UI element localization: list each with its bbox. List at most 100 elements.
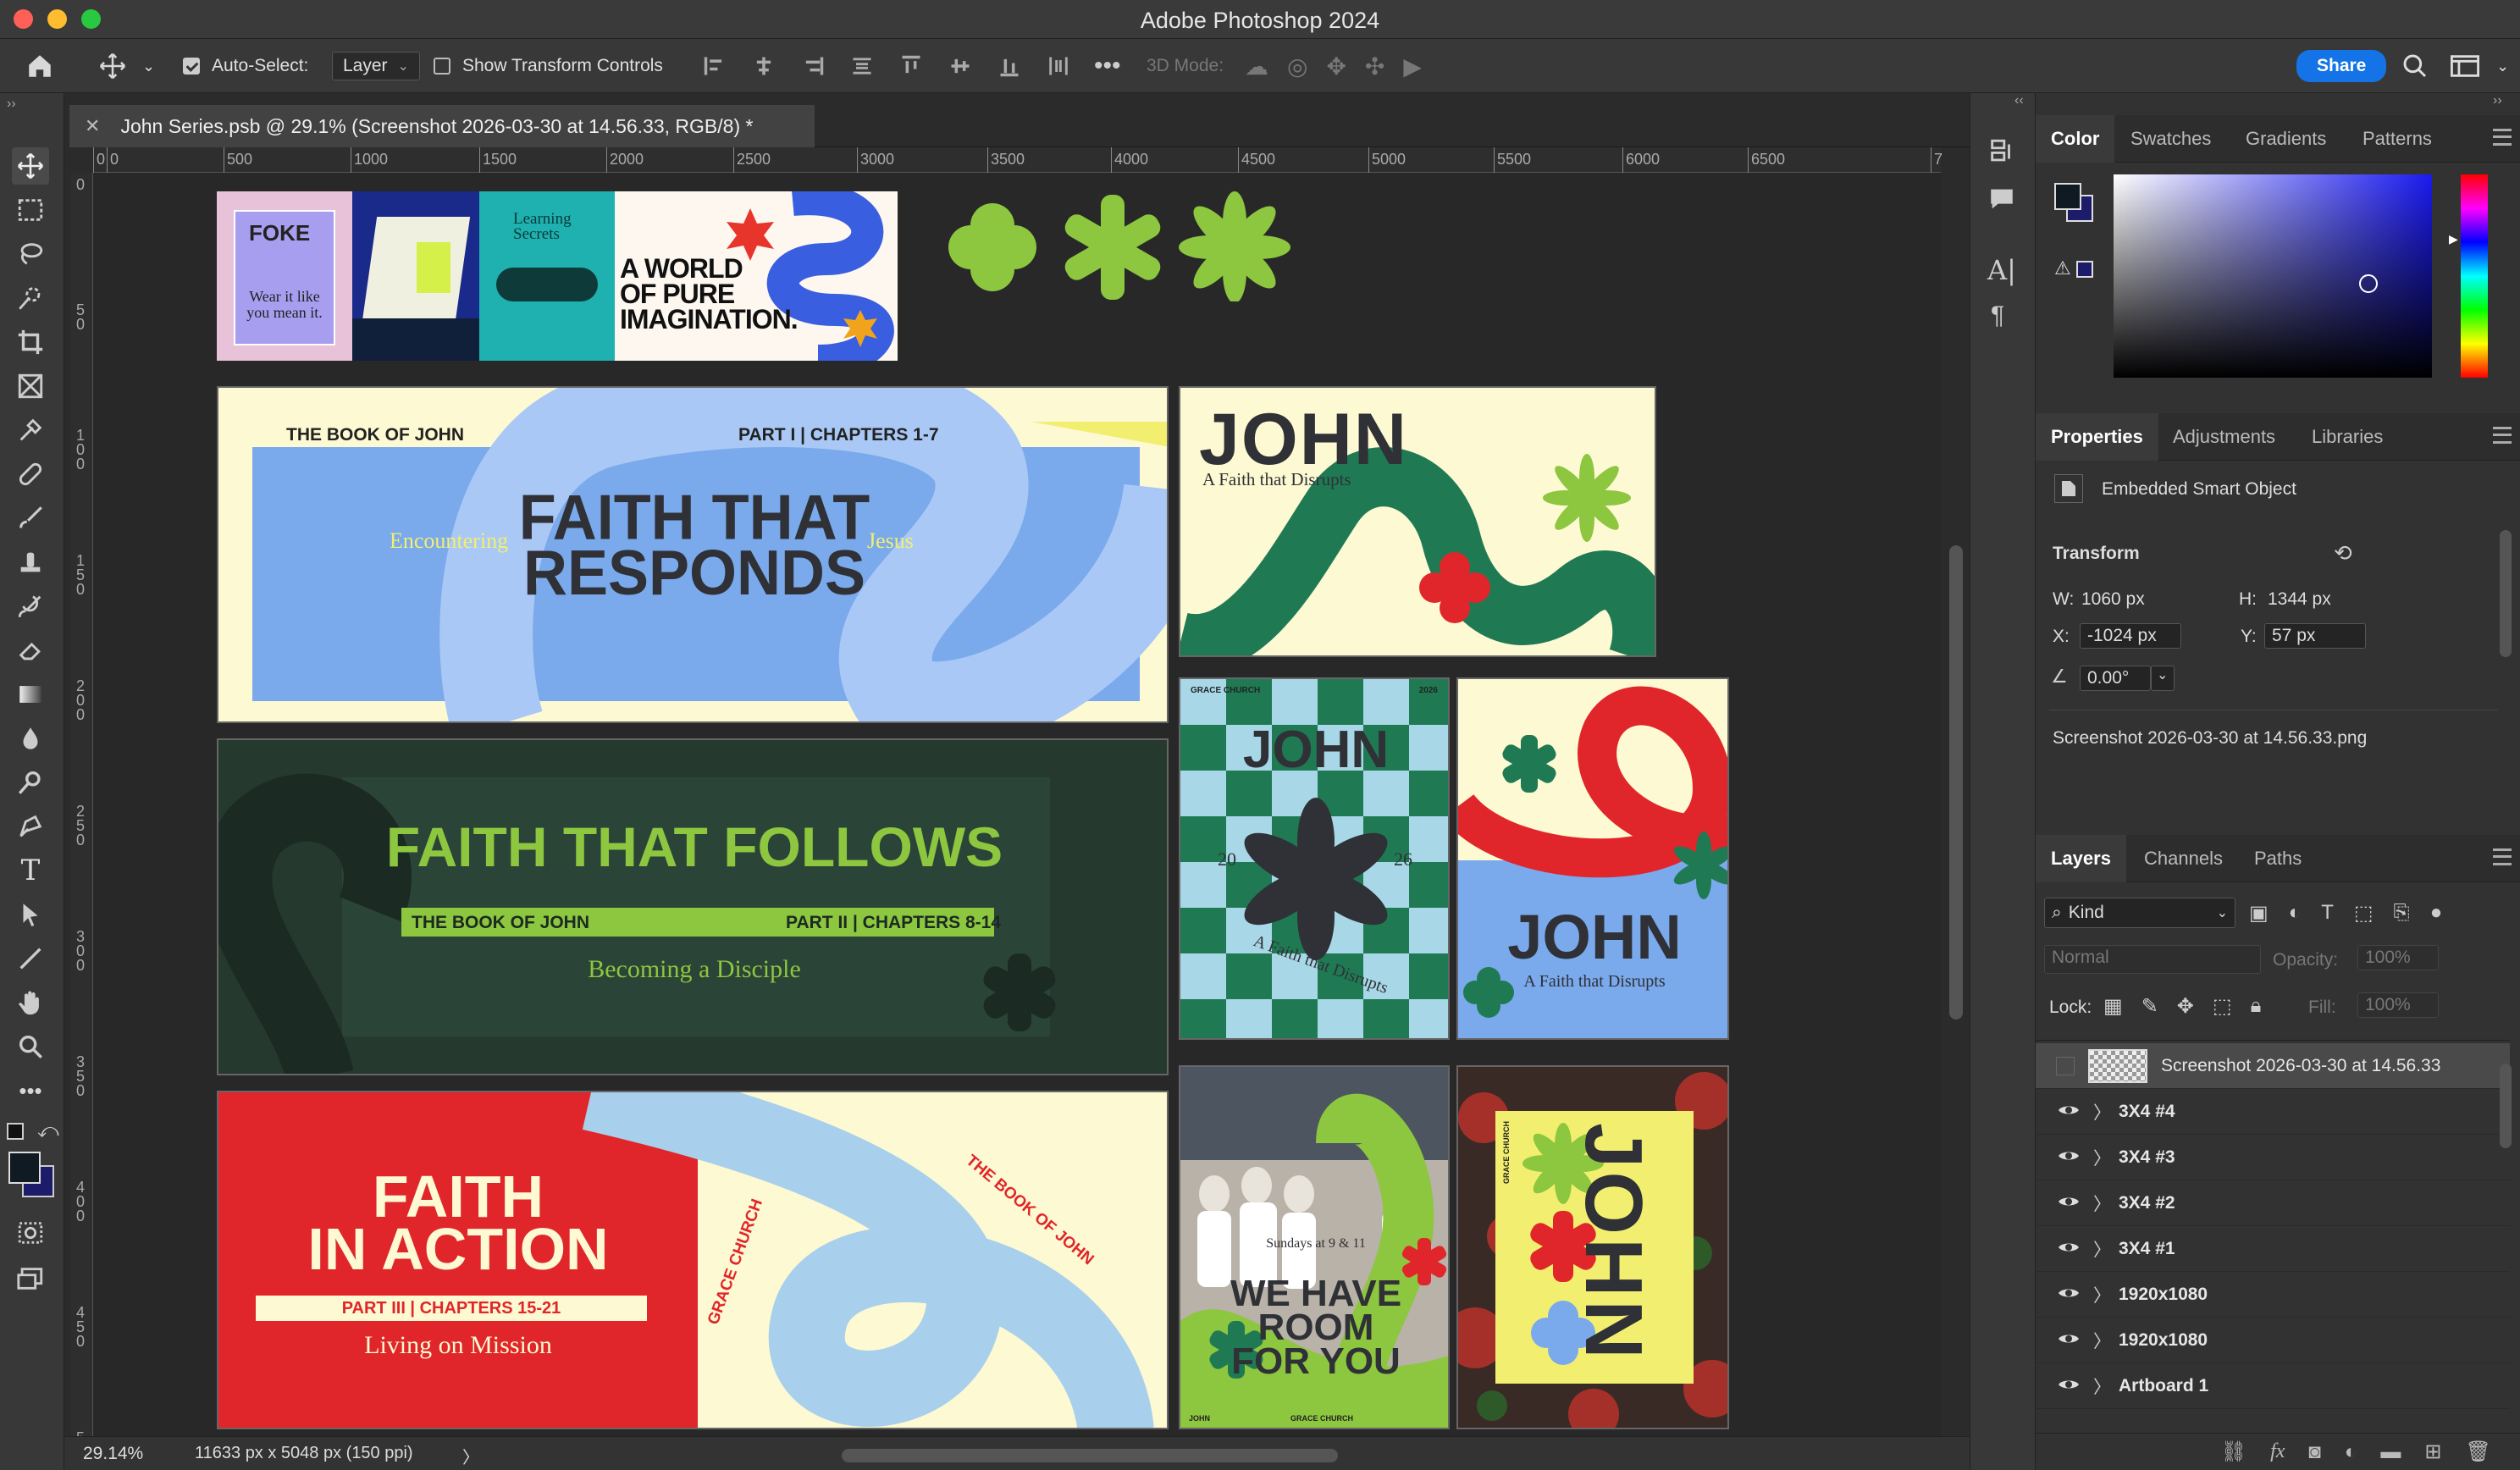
3d-orbit-icon[interactable]: ☁ — [1245, 52, 1268, 80]
blend-mode-select[interactable]: Normal — [2044, 945, 2261, 974]
height-value[interactable]: 1344 px — [2268, 589, 2331, 610]
lock-artboard-icon[interactable]: ⬚ — [2213, 994, 2232, 1019]
poster-john-checkered[interactable]: GRACE CHURCH 2026 JOHN 20 26 A Faith tha… — [1179, 677, 1450, 1040]
hand-tool-icon[interactable] — [12, 984, 49, 1021]
tab-color[interactable]: Color — [2036, 115, 2115, 163]
chevron-right-icon[interactable]: 〉 — [2093, 1373, 2119, 1399]
filter-toggle-icon[interactable]: ● — [2430, 901, 2443, 926]
vertical-scroll-thumb[interactable] — [1949, 545, 1963, 1020]
eye-icon[interactable] — [2058, 1239, 2081, 1259]
zoom-level[interactable]: 29.14% — [83, 1444, 143, 1464]
new-layer-icon[interactable]: ⊞ — [2424, 1440, 2441, 1464]
adjustment-filter-icon[interactable]: ◐ — [2289, 901, 2302, 926]
path-selection-tool-icon[interactable] — [12, 896, 49, 933]
layer-row[interactable]: 〉 1920x1080 — [2036, 1318, 2510, 1363]
chevron-right-icon[interactable]: 〉 — [2093, 1282, 2119, 1307]
3d-pan-icon[interactable]: ✥ — [1326, 52, 1346, 80]
move-tool-icon[interactable] — [98, 39, 127, 93]
link-layers-icon[interactable]: ⛓︎ — [2221, 1440, 2246, 1464]
layer-row[interactable]: 〉 3X4 #3 — [2036, 1135, 2510, 1180]
eye-icon[interactable] — [2058, 1376, 2081, 1396]
auto-select-checkbox[interactable] — [183, 58, 200, 75]
stamp-tool-icon[interactable] — [12, 544, 49, 581]
chevron-right-icon[interactable]: 〉 — [2093, 1099, 2119, 1125]
line-tool-icon[interactable] — [12, 940, 49, 977]
poster-john-wide[interactable]: JOHN A Faith that Disrupts — [1179, 386, 1656, 657]
zoom-tool-icon[interactable] — [12, 1028, 49, 1065]
tab-patterns[interactable]: Patterns — [2362, 115, 2432, 163]
layer-row[interactable]: 〉 3X4 #2 — [2036, 1180, 2510, 1226]
align-middle-icon[interactable] — [948, 54, 972, 78]
share-button[interactable]: Share — [2296, 50, 2387, 82]
fill-input[interactable]: 100% — [2357, 992, 2439, 1018]
align-bottom-icon[interactable] — [998, 54, 1021, 78]
poster-john-yellow[interactable]: JOHN GRACE CHURCH — [1456, 1065, 1729, 1429]
type-filter-icon[interactable]: T — [2321, 901, 2334, 926]
chevron-down-icon[interactable]: ⌄ — [142, 39, 155, 93]
layer-row[interactable]: 〉 3X4 #1 — [2036, 1226, 2510, 1272]
visibility-toggle[interactable] — [2056, 1056, 2075, 1075]
pen-tool-icon[interactable] — [12, 808, 49, 845]
document-canvas[interactable]: FOKE Wear it like you mean it. Learning … — [93, 173, 1941, 1436]
smart-object-filter-icon[interactable]: ⎘ — [2394, 901, 2410, 926]
hue-marker-icon[interactable]: ▶ — [2449, 232, 2458, 246]
distribute-icon[interactable] — [850, 54, 874, 78]
tab-paths[interactable]: Paths — [2254, 835, 2302, 882]
expand-icon[interactable]: ›› — [2493, 93, 2502, 108]
character-panel-icon[interactable]: A| — [1987, 254, 2016, 286]
chevron-down-icon[interactable]: ⌄ — [2151, 666, 2175, 691]
search-icon[interactable] — [2401, 39, 2429, 93]
eye-icon[interactable] — [2058, 1330, 2081, 1351]
chevron-right-icon[interactable]: 〉 — [2093, 1145, 2119, 1170]
new-group-icon[interactable]: ▬ — [2380, 1440, 2401, 1464]
tab-swatches[interactable]: Swatches — [2130, 115, 2211, 163]
color-picker-cursor[interactable] — [2359, 274, 2378, 293]
delete-layer-icon[interactable]: 🗑︎ — [2466, 1440, 2491, 1464]
angle-input[interactable]: 0.00° — [2080, 666, 2151, 691]
opacity-input[interactable]: 100% — [2357, 945, 2439, 970]
add-mask-icon[interactable]: ◙ — [2308, 1440, 2321, 1464]
x-position-input[interactable]: -1024 px — [2080, 623, 2181, 649]
poster-we-have-room[interactable]: Sundays at 9 & 11 WE HAVE ROOM FOR YOU J… — [1179, 1065, 1450, 1429]
move-tool-icon[interactable] — [12, 147, 49, 185]
tab-gradients[interactable]: Gradients — [2246, 115, 2326, 163]
history-brush-tool-icon[interactable] — [12, 588, 49, 625]
auto-select-dropdown[interactable]: Layer ⌄ — [332, 52, 420, 80]
adjustment-layer-icon[interactable]: ◐ — [2345, 1440, 2357, 1464]
tab-libraries[interactable]: Libraries — [2312, 413, 2383, 461]
image-filter-icon[interactable]: ▣ — [2249, 901, 2269, 926]
eye-icon[interactable] — [2058, 1285, 2081, 1305]
document-tab[interactable]: ✕ John Series.psb @ 29.1% (Screenshot 20… — [69, 105, 815, 147]
banner-faith-in-action[interactable]: FAITH IN ACTION PART III | CHAPTERS 15-2… — [217, 1091, 1169, 1429]
reset-transform-icon[interactable]: ⟲ — [2334, 540, 2352, 566]
banner-faith-that-follows[interactable]: FAITH THAT FOLLOWS THE BOOK OF JOHN PART… — [217, 738, 1169, 1075]
vertical-scrollbar[interactable] — [1946, 147, 1966, 1436]
history-panel-icon[interactable] — [1987, 137, 2016, 170]
chevron-right-icon[interactable]: 〉 — [462, 1444, 479, 1468]
more-tools-icon[interactable]: ••• — [12, 1072, 49, 1109]
properties-scroll-thumb[interactable] — [2500, 530, 2512, 657]
foreground-color-swatch[interactable] — [8, 1152, 41, 1184]
lasso-tool-icon[interactable] — [12, 235, 49, 273]
3d-slide-icon[interactable]: ✣ — [1365, 52, 1384, 80]
web-safe-swatch[interactable] — [2076, 261, 2093, 278]
poster-john-red-swirl[interactable]: JOHN A Faith that Disrupts — [1456, 677, 1729, 1040]
eye-icon[interactable] — [2058, 1193, 2081, 1213]
hue-slider[interactable] — [2461, 174, 2488, 378]
lock-all-icon[interactable]: 🔒︎ — [2251, 994, 2262, 1019]
foreground-color-swatch[interactable] — [2054, 183, 2081, 210]
chevron-right-icon[interactable]: 〉 — [2093, 1328, 2119, 1353]
tab-layers[interactable]: Layers — [2036, 835, 2126, 882]
tab-channels[interactable]: Channels — [2144, 835, 2223, 882]
distribute-horizontal-icon[interactable] — [1047, 54, 1070, 78]
home-icon[interactable] — [25, 39, 54, 93]
align-top-icon[interactable] — [899, 54, 923, 78]
banner-faith-that-responds[interactable]: THE BOOK OF JOHN PART I | CHAPTERS 1-7 F… — [217, 386, 1169, 723]
layer-row-selected[interactable]: Screenshot 2026-03-30 at 14.56.33 — [2036, 1043, 2510, 1089]
brush-tool-icon[interactable] — [12, 500, 49, 537]
chevron-right-icon[interactable]: 〉 — [2093, 1191, 2119, 1216]
collapse-icon[interactable]: ‹‹ — [2014, 93, 2024, 108]
eraser-tool-icon[interactable] — [12, 632, 49, 669]
layer-row[interactable]: 〉 Artboard 1 — [2036, 1363, 2510, 1409]
y-position-input[interactable]: 57 px — [2264, 623, 2366, 649]
